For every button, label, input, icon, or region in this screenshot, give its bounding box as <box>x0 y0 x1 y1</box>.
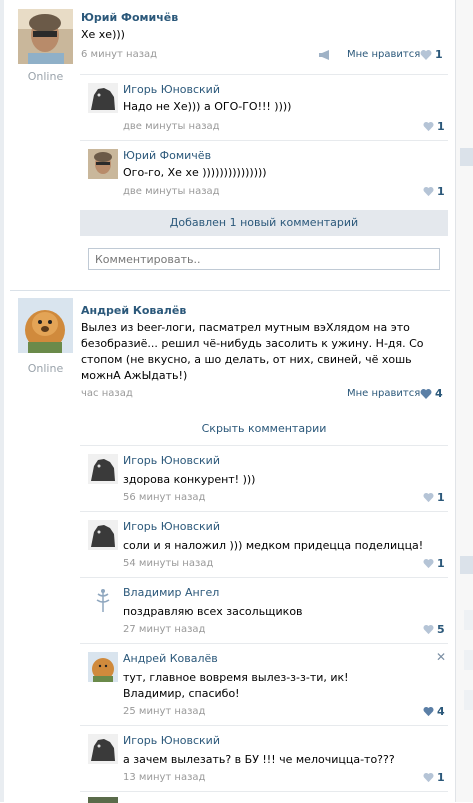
sidebar-block <box>460 556 473 574</box>
post-text-line: стопом (не вкусно, а шо делать, от них, … <box>81 353 412 366</box>
post-author[interactable]: Юрий Фомичёв <box>81 11 178 24</box>
post-text: Хе хе))) <box>81 28 125 41</box>
comment-text: Ого-го, Хе хе ))))))))))))))) <box>123 166 267 179</box>
comment-author[interactable]: Игорь Юновский <box>123 520 220 533</box>
comment-avatar[interactable] <box>88 454 118 484</box>
comment-text: поздравляю всех засольщиков <box>123 605 303 618</box>
share-megaphone-icon[interactable] <box>318 49 332 61</box>
comment-avatar[interactable] <box>88 797 118 803</box>
comment: Игорь Юновский соли и я наложил ))) медк… <box>80 511 448 578</box>
comment-text: тут, главное вовремя вылез-з-з-ти, ик! В… <box>123 670 443 702</box>
comment-time[interactable]: 27 минут назад <box>123 624 205 635</box>
left-frame <box>0 0 4 802</box>
comment-like-count: 1 <box>437 185 445 198</box>
comment-like-count: 1 <box>437 557 445 570</box>
heart-icon[interactable] <box>423 558 434 569</box>
post-text-line: Вылез из beer-логи, пасматрел мутным вэХ… <box>81 321 410 334</box>
comment-author[interactable]: Игорь Юновский <box>123 83 220 96</box>
avatar[interactable] <box>18 298 73 353</box>
like-count: 1 <box>435 48 443 61</box>
sidebar-block <box>464 650 473 670</box>
like-label[interactable]: Мне нравится <box>347 388 420 399</box>
comment-time[interactable]: две минуты назад <box>123 121 220 132</box>
heart-icon[interactable] <box>423 186 434 197</box>
comment: Игорь Юновский Надо не Хе))) а ОГО-ГО!!!… <box>80 74 448 141</box>
comment-author[interactable]: Владимир Ангел <box>123 586 219 599</box>
comment: Андрей Ковалёв тут, главное вовремя выле… <box>80 643 448 726</box>
post-text-line: безобразиё... решил чё-нибудь засолить к… <box>81 337 424 350</box>
comment-avatar[interactable] <box>88 83 118 113</box>
heart-icon[interactable] <box>420 49 432 61</box>
comment-like-count: 5 <box>437 623 445 636</box>
comment-text: Надо не Хе))) а ОГО-ГО!!! )))) <box>123 100 292 113</box>
online-status: Online <box>27 70 64 83</box>
heart-icon[interactable] <box>423 706 434 717</box>
post-divider <box>10 290 450 291</box>
online-status: Online <box>27 362 64 375</box>
comment-time[interactable]: 13 минут назад <box>123 772 205 783</box>
comment: Игорь Юновский а зачем вылезать? в БУ !!… <box>80 725 448 792</box>
comment-like-count: 1 <box>437 120 445 133</box>
comment-like-count: 1 <box>437 771 445 784</box>
comment-text-line: тут, главное вовремя вылез-з-з-ти, ик! <box>123 671 349 684</box>
comment-text: соли и я наложил ))) медком придецца под… <box>123 539 424 552</box>
sidebar-block <box>464 690 473 710</box>
heart-icon[interactable] <box>423 772 434 783</box>
post-author[interactable]: Андрей Ковалёв <box>81 304 186 317</box>
comment-author[interactable]: Андрей Ковалёв <box>123 652 218 665</box>
comment-time[interactable]: 25 минут назад <box>123 706 205 717</box>
delete-comment-icon[interactable]: ✕ <box>436 650 446 664</box>
comment-text: здорова конкурент! ))) <box>123 473 256 486</box>
sidebar-block <box>464 610 473 630</box>
heart-icon[interactable] <box>423 121 434 132</box>
comment-avatar[interactable] <box>88 734 118 764</box>
post-text: Вылез из beer-логи, пасматрел мутным вэХ… <box>81 320 446 384</box>
comment-avatar[interactable] <box>88 520 118 550</box>
comment-like-count: 4 <box>437 705 445 718</box>
comment-author[interactable]: Юрий Фомичёв <box>123 149 211 162</box>
comment-text: а зачем вылезать? в БУ !!! че мелочицца-… <box>123 753 395 766</box>
comment: Владимир Ангел поздравляю всех засольщик… <box>80 577 448 644</box>
comment-author[interactable]: Игорь Юновский <box>123 734 220 747</box>
new-comments-bar[interactable]: Добавлен 1 новый комментарий <box>80 210 448 236</box>
comment-author[interactable]: Игорь Юновский <box>123 454 220 467</box>
heart-icon[interactable] <box>420 388 432 400</box>
comment-input[interactable]: Комментировать.. <box>88 248 440 270</box>
right-sidebar-strip <box>455 0 473 802</box>
comment-avatar[interactable] <box>88 586 118 616</box>
sidebar-block <box>460 148 473 166</box>
comment: Юрий Фомичёв Ого-го, Хе хе )))))))))))))… <box>80 140 448 207</box>
like-label[interactable]: Мне нравится <box>347 49 420 60</box>
post-time[interactable]: 6 минут назад <box>81 49 157 60</box>
comment-avatar[interactable] <box>88 652 118 682</box>
comment-time[interactable]: две минуты назад <box>123 186 220 197</box>
avatar[interactable] <box>18 9 73 64</box>
comment-avatar[interactable] <box>88 149 118 179</box>
post-text-line: можнА АжЫдать!) <box>81 369 188 382</box>
comment: Игорь Юновский здорова конкурент! ))) 56… <box>80 445 448 512</box>
heart-icon[interactable] <box>423 492 434 503</box>
hide-comments-link[interactable]: Скрыть комментарии <box>80 422 448 435</box>
comment-time[interactable]: 56 минут назад <box>123 492 205 503</box>
comment-time[interactable]: 54 минуты назад <box>123 558 213 569</box>
comment-text-line: Владимир, спасибо! <box>123 687 240 700</box>
heart-icon[interactable] <box>423 624 434 635</box>
comment-like-count: 1 <box>437 491 445 504</box>
post-time[interactable]: час назад <box>81 388 133 399</box>
like-count: 4 <box>435 387 443 400</box>
comment <box>80 791 448 803</box>
